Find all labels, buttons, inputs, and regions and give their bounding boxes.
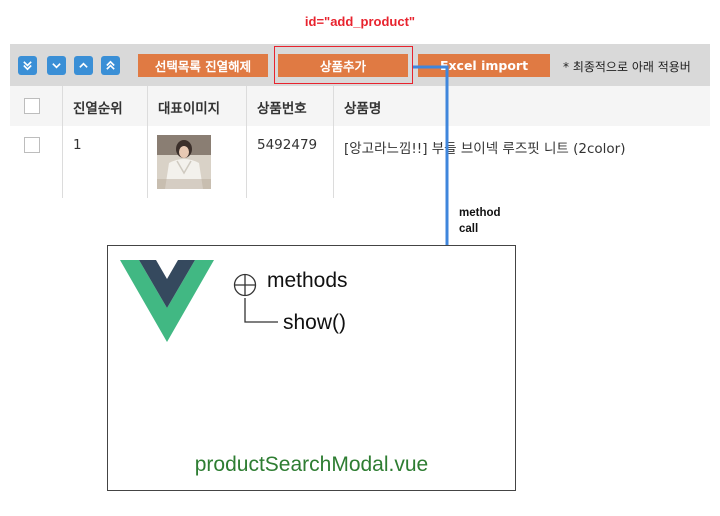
product-search-modal-box: methods show() productSearchModal.vue [107,245,516,491]
show-method-label: show() [283,311,347,334]
component-filename: productSearchModal.vue [194,453,429,476]
method-call-label: method call [459,205,501,237]
vue-logo [120,260,214,342]
expand-plus-icon [233,273,257,297]
methods-label: methods [267,269,348,292]
tree-connector [244,298,278,323]
method-call-label-line1: method [459,207,501,219]
method-call-label-line2: call [459,223,479,235]
